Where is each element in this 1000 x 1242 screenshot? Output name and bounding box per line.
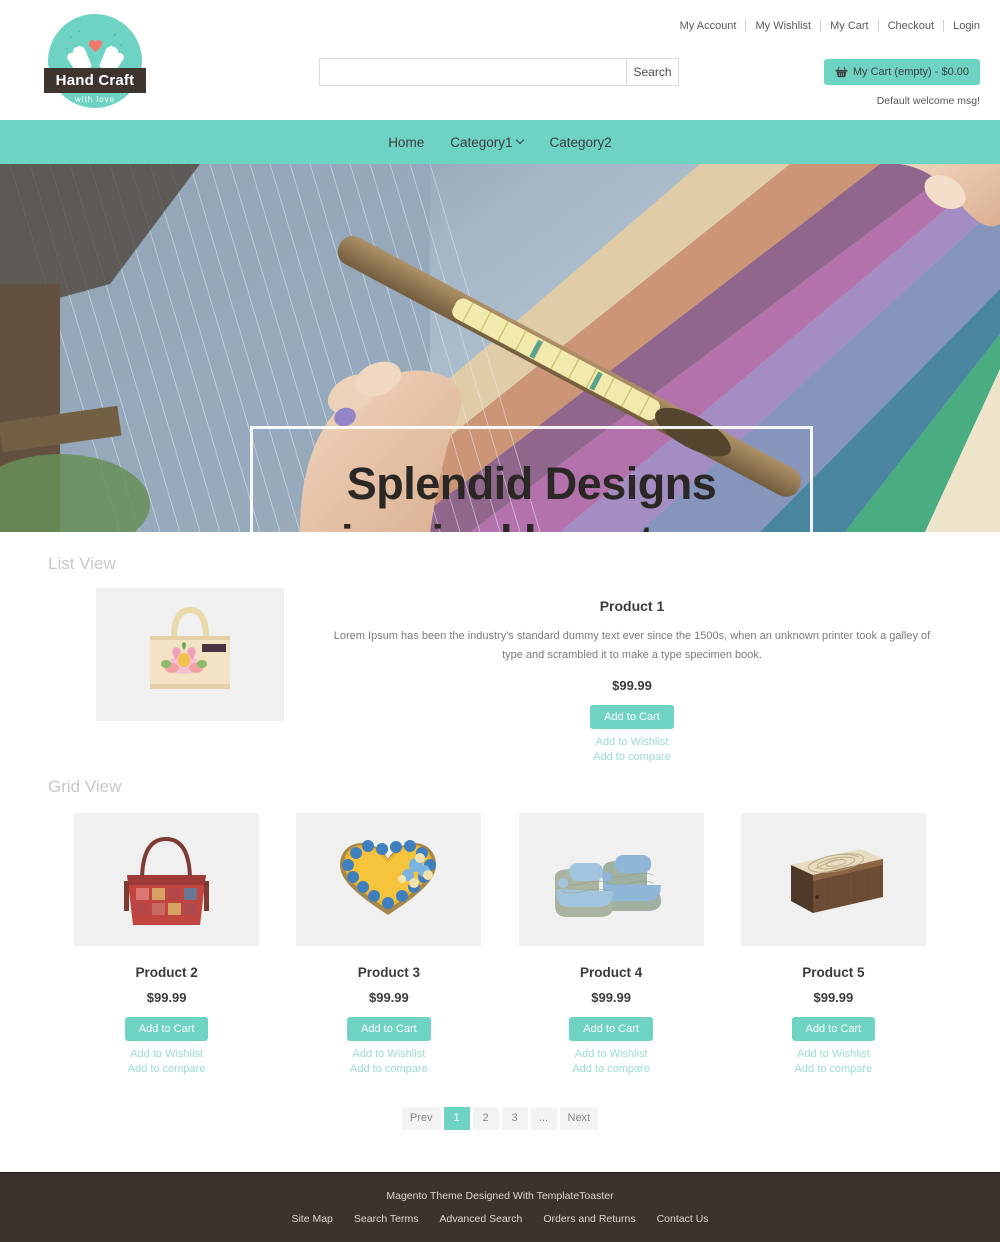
embroidered-patchwork-handbag-icon	[74, 812, 260, 946]
pagination-ellipsis[interactable]: ...	[530, 1106, 557, 1130]
site-logo[interactable]: Hand Craft with love	[44, 14, 146, 108]
logo-tagline: with love	[74, 95, 116, 104]
page-root: Hand Craft with love My Account My Wishl…	[0, 0, 1000, 1242]
product-4-add-to-cart-button[interactable]: Add to Cart	[569, 1016, 653, 1041]
footer-link-orders-and-returns[interactable]: Orders and Returns	[543, 1213, 635, 1225]
cart-button[interactable]: My Cart (empty) - $0.00	[823, 59, 980, 85]
top-link-my-wishlist[interactable]: My Wishlist	[746, 20, 822, 32]
crochet-baby-booties-icon	[518, 812, 704, 946]
product-3-add-to-wishlist-link[interactable]: Add to Wishlist	[290, 1048, 487, 1060]
logo-dot	[120, 44, 122, 46]
product-card: Product 2 $99.99 Add to Cart Add to Wish…	[68, 812, 265, 1075]
nav-label: Home	[388, 134, 425, 150]
grid-view-row: Product 2 $99.99 Add to Cart Add to Wish…	[20, 812, 980, 1075]
nav-item-home[interactable]: Home	[388, 135, 424, 150]
product-5-add-to-cart-button[interactable]: Add to Cart	[791, 1016, 876, 1041]
nav-label: Category1	[450, 134, 513, 150]
product-1-name: Product 1	[599, 598, 665, 614]
welcome-message: Default welcome msg!	[876, 95, 980, 107]
product-card: Product 5 $99.99 Add to Cart Add to Wish…	[735, 812, 932, 1075]
hero-headline-line1: Splendid Designs	[346, 458, 717, 510]
product-5-add-to-wishlist-link[interactable]: Add to Wishlist	[735, 1048, 932, 1060]
main-content: List View Product 1 Lorem Ipsum has been…	[0, 532, 1000, 1130]
product-2-image[interactable]	[74, 812, 260, 946]
hero-text-box: Splendid Designs inspired by nature	[250, 426, 813, 532]
footer-link-advanced-search[interactable]: Advanced Search	[439, 1213, 522, 1225]
product-1-add-to-cart-button[interactable]: Add to Cart	[590, 704, 674, 729]
search-button[interactable]: Search	[627, 58, 679, 86]
product-2-add-to-wishlist-link[interactable]: Add to Wishlist	[68, 1048, 265, 1060]
site-header: Hand Craft with love My Account My Wishl…	[0, 0, 1000, 120]
pagination-next-button[interactable]: Next	[559, 1106, 599, 1130]
product-3-add-to-cart-button[interactable]: Add to Cart	[347, 1016, 431, 1041]
pagination: Prev 1 2 3 ... Next	[20, 1106, 980, 1130]
site-footer: Magento Theme Designed With TemplateToas…	[0, 1172, 1000, 1242]
footer-credit: Magento Theme Designed With TemplateToas…	[386, 1190, 614, 1202]
product-4-image[interactable]	[518, 812, 704, 946]
shopping-basket-icon	[835, 66, 848, 78]
product-5-add-to-compare-link[interactable]: Add to compare	[735, 1063, 932, 1075]
jute-tote-bag-flamingo-print-icon	[96, 588, 284, 721]
logo-dot	[66, 48, 68, 50]
top-link-checkout[interactable]: Checkout	[879, 20, 945, 32]
product-1-description: Lorem Ipsum has been the industry's stan…	[333, 630, 931, 662]
list-view-title: List View	[48, 554, 116, 573]
product-2-price: $99.99	[146, 989, 187, 1005]
product-4-add-to-compare-link[interactable]: Add to compare	[513, 1063, 710, 1075]
logo-dot	[114, 34, 116, 36]
search-form: Search	[319, 58, 679, 86]
carved-wooden-jewelry-box-icon	[740, 812, 926, 946]
footer-link-contact-us[interactable]: Contact Us	[657, 1213, 709, 1225]
pagination-prev-button[interactable]: Prev	[401, 1106, 441, 1130]
product-card: Product 4 $99.99 Add to Cart Add to Wish…	[513, 812, 710, 1075]
logo-dot	[78, 30, 80, 32]
product-3-price: $99.99	[368, 989, 409, 1005]
logo-title: Hand Craft	[55, 72, 135, 89]
product-1-add-to-wishlist-link[interactable]: Add to Wishlist	[284, 736, 980, 748]
pagination-page-3[interactable]: 3	[501, 1106, 528, 1130]
top-links: My Account My Wishlist My Cart Checkout …	[671, 20, 980, 32]
product-2-add-to-cart-button[interactable]: Add to Cart	[124, 1016, 209, 1041]
top-link-my-cart[interactable]: My Cart	[821, 20, 879, 32]
pagination-page-1[interactable]: 1	[443, 1106, 470, 1130]
product-5-image[interactable]	[740, 812, 926, 946]
footer-link-site-map[interactable]: Site Map	[291, 1213, 332, 1225]
product-1-add-to-compare-link[interactable]: Add to compare	[284, 751, 980, 763]
product-card: Product 3 $99.99 Add to Cart Add to Wish…	[290, 812, 487, 1075]
logo-circle	[48, 14, 142, 108]
product-4-name: Product 4	[579, 964, 643, 980]
pagination-page-2[interactable]: 2	[472, 1106, 499, 1130]
blue-heart-shaped-decorative-box-icon	[296, 812, 482, 946]
search-input[interactable]	[319, 58, 627, 86]
grid-view-title: Grid View	[48, 776, 122, 796]
product-1-image[interactable]	[96, 588, 284, 721]
product-5-name: Product 5	[802, 964, 865, 980]
logo-dot	[70, 36, 72, 38]
logo-banner: Hand Craft	[44, 68, 146, 93]
hero-banner: Splendid Designs inspired by nature	[0, 164, 1000, 532]
main-navigation: Home Category1 Category2	[0, 120, 1000, 164]
product-2-add-to-compare-link[interactable]: Add to compare	[68, 1063, 265, 1075]
list-view-row: Product 1 Lorem Ipsum has been the indus…	[20, 588, 980, 763]
product-1-info: Product 1 Lorem Ipsum has been the indus…	[284, 588, 980, 763]
product-3-add-to-compare-link[interactable]: Add to compare	[290, 1063, 487, 1075]
top-link-my-account[interactable]: My Account	[671, 20, 747, 32]
product-5-price: $99.99	[813, 989, 854, 1005]
product-4-price: $99.99	[591, 989, 631, 1005]
nav-item-category1[interactable]: Category1	[450, 135, 523, 150]
footer-links: Site Map Search Terms Advanced Search Or…	[291, 1213, 708, 1225]
cart-button-label: My Cart (empty) - $0.00	[852, 66, 969, 78]
product-3-image[interactable]	[296, 812, 482, 946]
product-1-price: $99.99	[612, 677, 652, 693]
product-3-name: Product 3	[357, 964, 420, 980]
product-4-add-to-wishlist-link[interactable]: Add to Wishlist	[513, 1048, 710, 1060]
top-link-login[interactable]: Login	[944, 20, 980, 32]
chevron-down-icon	[517, 137, 524, 144]
nav-label: Category2	[549, 134, 612, 150]
nav-item-category2[interactable]: Category2	[550, 135, 612, 150]
footer-link-search-terms[interactable]: Search Terms	[354, 1213, 419, 1225]
product-2-name: Product 2	[135, 964, 198, 980]
hero-headline-line2: inspired by nature	[341, 513, 723, 532]
